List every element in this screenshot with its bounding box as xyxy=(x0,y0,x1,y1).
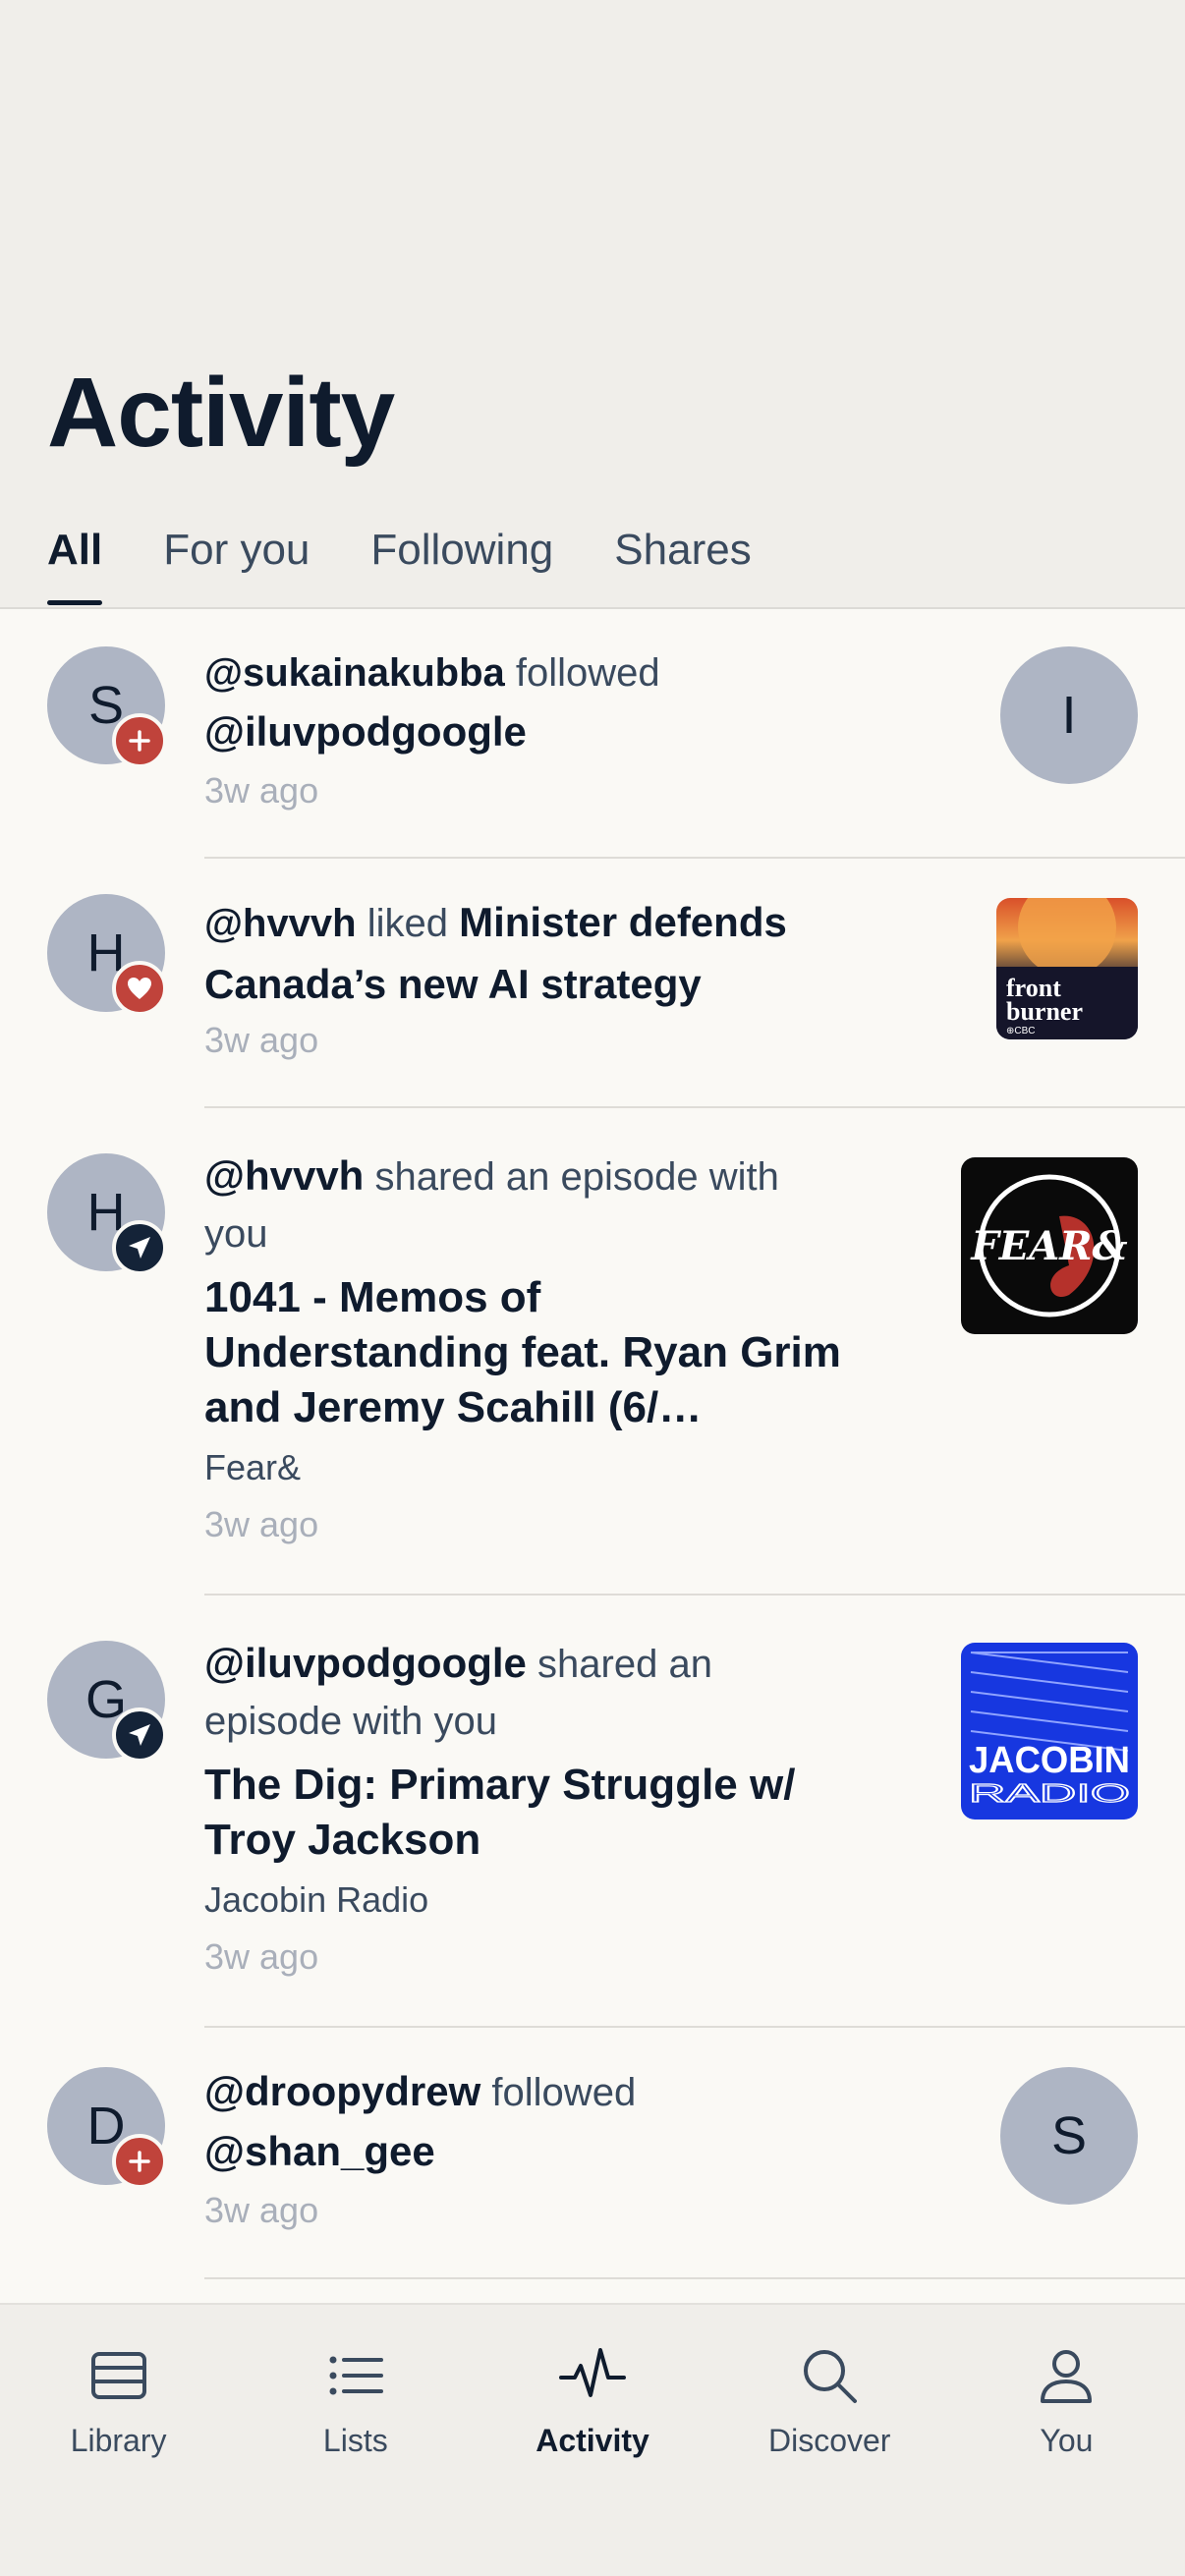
username[interactable]: @hvvvh xyxy=(204,902,357,945)
header: Activity All For you Following Shares xyxy=(0,0,1185,609)
nav-label: Discover xyxy=(767,2423,891,2458)
nav-discover[interactable]: Discover xyxy=(711,2305,948,2576)
tab-for-you[interactable]: For you xyxy=(163,521,310,609)
timestamp: 3w ago xyxy=(204,2190,319,2230)
nav-library[interactable]: Library xyxy=(0,2305,237,2576)
tab-shares[interactable]: Shares xyxy=(614,521,751,609)
activity-text: @iluvpodgoogle shared an episode with yo… xyxy=(204,1635,853,1750)
artwork-text: FEAR& xyxy=(970,1223,1127,1269)
activity-text: @droopydrew followed xyxy=(204,2063,853,2121)
library-icon xyxy=(90,2352,146,2399)
target-avatar[interactable]: I xyxy=(1000,646,1138,784)
target-avatar[interactable]: S xyxy=(1000,2067,1138,2205)
timestamp: 3w ago xyxy=(204,1504,319,1544)
target-user[interactable]: @shan_gee xyxy=(204,2121,853,2182)
list-icon xyxy=(329,2356,383,2395)
nav-label: Activity xyxy=(536,2423,649,2458)
artwork-text: RADIO xyxy=(969,1778,1130,1808)
target-user[interactable]: @iluvpodgoogle xyxy=(204,701,853,762)
activity-text: @sukainakubba followed xyxy=(204,644,853,701)
search-icon xyxy=(804,2350,858,2403)
artwork-text: burner xyxy=(1006,997,1083,1026)
page-title: Activity xyxy=(47,358,395,468)
plus-icon xyxy=(112,713,167,768)
timestamp: 3w ago xyxy=(204,1020,319,1060)
nav-lists[interactable]: Lists xyxy=(237,2305,474,2576)
activity-text: @hvvvh liked Minister defends Canada’s n… xyxy=(204,892,873,1016)
username[interactable]: @sukainakubba xyxy=(204,651,505,695)
action-text: followed xyxy=(504,651,660,695)
username[interactable]: @hvvvh xyxy=(204,1152,364,1199)
plus-icon xyxy=(112,2134,167,2189)
activity-item[interactable]: D @droopydrew followed @shan_gee 3w ago … xyxy=(0,2028,1185,2279)
podcast-artwork[interactable]: FEAR& xyxy=(961,1157,1138,1334)
activity-item[interactable]: S @sukainakubba followed @iluvpodgoogle … xyxy=(0,611,1185,859)
nav-label: You xyxy=(1040,2423,1094,2458)
episode-title[interactable]: 1041 - Memos of Understanding feat. Ryan… xyxy=(204,1270,853,1435)
podcast-artwork[interactable]: JACOBIN RADIO xyxy=(961,1643,1138,1820)
divider xyxy=(204,2277,1185,2279)
bottom-nav: Library Lists Activity Discover You xyxy=(0,2303,1185,2576)
nav-label: Lists xyxy=(322,2423,388,2458)
timestamp: 3w ago xyxy=(204,770,319,811)
nav-activity[interactable]: Activity xyxy=(474,2305,710,2576)
username[interactable]: @droopydrew xyxy=(204,2068,480,2114)
episode-title[interactable]: The Dig: Primary Struggle w/ Troy Jackso… xyxy=(204,1758,853,1868)
podcast-name[interactable]: Fear& xyxy=(204,1443,853,1492)
artwork-text: JACOBIN xyxy=(969,1740,1130,1781)
tab-bar: All For you Following Shares xyxy=(47,521,752,609)
activity-item[interactable]: H @hvvvh liked Minister defends Canada’s… xyxy=(0,859,1185,1108)
activity-item[interactable]: G @iluvpodgoogle shared an episode with … xyxy=(0,1596,1185,2028)
tab-following[interactable]: Following xyxy=(370,521,553,609)
activity-item[interactable]: H @hvvvh shared an episode with you 1041… xyxy=(0,1108,1185,1596)
activity-text: @hvvvh shared an episode with you xyxy=(204,1148,853,1262)
activity-icon xyxy=(559,2348,626,2397)
nav-label: Library xyxy=(70,2423,167,2458)
activity-feed: S @sukainakubba followed @iluvpodgoogle … xyxy=(0,611,1185,2279)
heart-icon xyxy=(112,961,167,1016)
user-icon xyxy=(1041,2350,1093,2403)
username[interactable]: @iluvpodgoogle xyxy=(204,1640,527,1686)
podcast-artwork[interactable]: front burner ⊕CBC xyxy=(996,898,1138,1039)
artwork-text: ⊕CBC xyxy=(1006,1026,1036,1036)
tab-all[interactable]: All xyxy=(47,521,103,609)
nav-you[interactable]: You xyxy=(948,2305,1185,2576)
timestamp: 3w ago xyxy=(204,1936,319,1977)
action-text: followed xyxy=(480,2071,637,2114)
send-icon xyxy=(112,1708,167,1763)
podcast-name[interactable]: Jacobin Radio xyxy=(204,1876,853,1925)
action-text: liked xyxy=(356,902,460,945)
send-icon xyxy=(112,1220,167,1275)
